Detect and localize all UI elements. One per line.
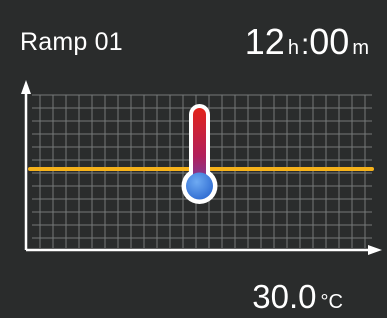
minutes-unit: m [352,37,369,59]
ramp-screen: Ramp 01 12 h : 00 m 30 .0 °C [0,0,387,318]
temperature-decimal: .0 [289,278,317,315]
hours-unit: h [287,37,299,59]
time-hours: 12 [244,21,285,62]
thermometer-icon [181,104,218,204]
time-separator: : [300,28,310,61]
ramp-graph [21,80,382,255]
time-minutes: 00 [309,21,350,62]
program-name: Ramp 01 [20,28,123,56]
temperature-readout[interactable]: 30 .0 °C [252,280,343,313]
temperature-unit: °C [320,291,343,313]
temperature-integer: 30 [252,278,290,315]
time-display[interactable]: 12 h : 00 m [245,24,371,60]
